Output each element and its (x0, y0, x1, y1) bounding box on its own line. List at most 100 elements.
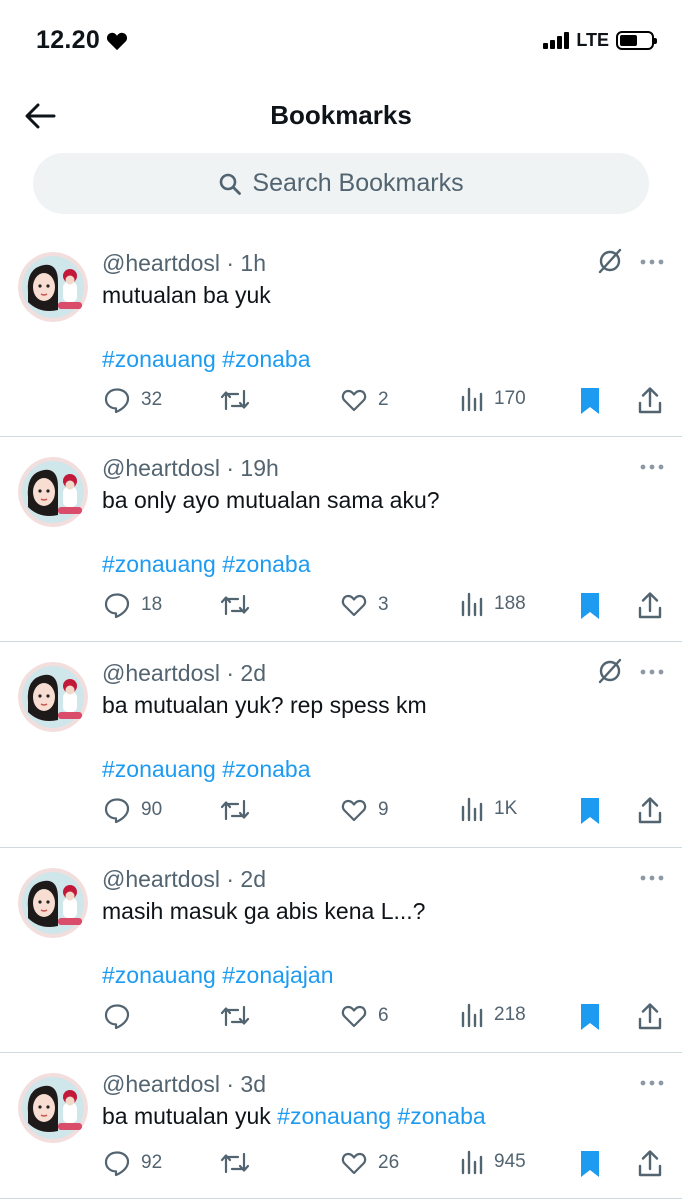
heart-outline-icon (341, 1005, 367, 1028)
share-icon (638, 387, 662, 414)
like-count: 26 (378, 1152, 400, 1173)
hide-reply-icon[interactable] (596, 247, 624, 275)
views-button[interactable]: 188 (460, 591, 526, 617)
search-icon (220, 173, 242, 195)
more-options-icon[interactable] (638, 252, 666, 272)
hashtag[interactable]: #zonauang (102, 551, 216, 577)
tweet-hashtags: #zonauang #zonaba (102, 551, 310, 578)
like-count: 6 (378, 1005, 389, 1026)
user-handle[interactable]: @heartdosl (102, 660, 220, 686)
clock: 12.20 (36, 26, 101, 54)
user-handle[interactable]: @heartdosl (102, 250, 220, 276)
views-button[interactable]: 218 (460, 1002, 526, 1028)
tweet-header: @heartdosl · 3d (102, 1071, 267, 1097)
hide-reply-icon[interactable] (596, 657, 624, 685)
tweet-hashtags: #zonauang #zonaba (102, 346, 310, 373)
reply-count: 18 (141, 594, 163, 615)
user-handle[interactable]: @heartdosl (102, 866, 220, 892)
views-chart-icon (461, 1003, 483, 1028)
hashtag[interactable]: #zonauang (102, 346, 216, 372)
tweet[interactable]: @heartdosl · 3d ba mutualan yuk #zonauan… (0, 1053, 682, 1199)
hashtag[interactable]: #zonauang (102, 756, 216, 782)
retweet-icon (220, 799, 250, 821)
share-icon (638, 797, 662, 824)
reply-count: 90 (141, 799, 163, 820)
user-handle[interactable]: @heartdosl (102, 1071, 220, 1097)
bookmark-filled-icon (581, 1004, 599, 1030)
view-count: 170 (494, 388, 526, 409)
bookmark-filled-icon (581, 593, 599, 619)
share-button[interactable] (636, 796, 664, 826)
share-button[interactable] (636, 1149, 664, 1179)
share-button[interactable] (636, 591, 664, 621)
tweet-header: @heartdosl · 2d (102, 660, 267, 686)
tweet[interactable]: @heartdosl · 2d ba mutualan yuk? rep spe… (0, 642, 682, 848)
share-icon (638, 1003, 662, 1030)
reply-icon (104, 388, 130, 414)
tweet-text: ba mutualan yuk #zonauang #zonaba (102, 1103, 486, 1130)
retweet-icon (220, 594, 250, 616)
hashtag[interactable]: #zonauang (102, 962, 216, 988)
retweet-icon (220, 1152, 250, 1174)
bookmark-feed: @heartdosl · 1h mutualan ba yuk #zonauan… (0, 232, 682, 1199)
reply-button[interactable]: 92 (103, 1149, 162, 1177)
retweet-button[interactable] (219, 1149, 261, 1177)
like-count: 9 (378, 799, 389, 820)
share-button[interactable] (636, 386, 664, 416)
bookmark-button[interactable] (578, 1002, 602, 1032)
more-options-icon[interactable] (638, 868, 666, 888)
tweet-actions: 6 218 (0, 1002, 682, 1036)
user-handle[interactable]: @heartdosl (102, 455, 220, 481)
avatar[interactable] (18, 1073, 88, 1143)
hashtag[interactable]: #zonaba (222, 346, 310, 372)
retweet-button[interactable] (219, 591, 261, 619)
avatar[interactable] (18, 662, 88, 732)
hashtag[interactable]: #zonaba (222, 551, 310, 577)
like-button[interactable]: 6 (340, 1002, 389, 1030)
views-button[interactable]: 170 (460, 386, 526, 412)
more-options-icon[interactable] (638, 1073, 666, 1093)
like-button[interactable]: 26 (340, 1149, 399, 1177)
bookmark-button[interactable] (578, 386, 602, 416)
reply-button[interactable]: 32 (103, 386, 162, 414)
bookmark-button[interactable] (578, 591, 602, 621)
reply-icon (104, 1004, 130, 1030)
tweet-text: mutualan ba yuk (102, 282, 271, 308)
status-time: 12.20 (36, 26, 128, 55)
tweet[interactable]: @heartdosl · 1h mutualan ba yuk #zonauan… (0, 232, 682, 437)
hashtag[interactable]: #zonaba (397, 1103, 485, 1129)
avatar[interactable] (18, 457, 88, 527)
share-button[interactable] (636, 1002, 664, 1032)
reply-button[interactable]: 90 (103, 796, 162, 824)
like-button[interactable]: 9 (340, 796, 389, 824)
tweet-actions: 32 2 170 (0, 386, 682, 420)
tweet[interactable]: @heartdosl · 19h ba only ayo mutualan sa… (0, 437, 682, 642)
hashtag[interactable]: #zonajajan (222, 962, 333, 988)
avatar[interactable] (18, 252, 88, 322)
tweet[interactable]: @heartdosl · 2d masih masuk ga abis kena… (0, 848, 682, 1053)
more-options-icon[interactable] (638, 457, 666, 477)
avatar[interactable] (18, 868, 88, 938)
bookmark-filled-icon (581, 798, 599, 824)
reply-button[interactable] (103, 1002, 141, 1030)
bookmark-button[interactable] (578, 796, 602, 826)
tweet-time: 1h (240, 250, 267, 276)
heart-outline-icon (341, 799, 367, 822)
search-placeholder: Search Bookmarks (252, 169, 464, 197)
views-button[interactable]: 945 (460, 1149, 526, 1175)
tweet-time: 2d (240, 660, 267, 686)
hashtag[interactable]: #zonaba (222, 756, 310, 782)
search-input[interactable]: Search Bookmarks (33, 153, 649, 214)
bookmark-button[interactable] (578, 1149, 602, 1179)
like-button[interactable]: 3 (340, 591, 389, 619)
hashtag[interactable]: #zonauang (277, 1103, 391, 1129)
retweet-button[interactable] (219, 386, 261, 414)
reply-icon (104, 593, 130, 619)
like-button[interactable]: 2 (340, 386, 389, 414)
reply-button[interactable]: 18 (103, 591, 162, 619)
retweet-button[interactable] (219, 796, 261, 824)
view-count: 188 (494, 593, 526, 614)
retweet-button[interactable] (219, 1002, 261, 1030)
more-options-icon[interactable] (638, 662, 666, 682)
views-button[interactable]: 1K (460, 796, 517, 822)
